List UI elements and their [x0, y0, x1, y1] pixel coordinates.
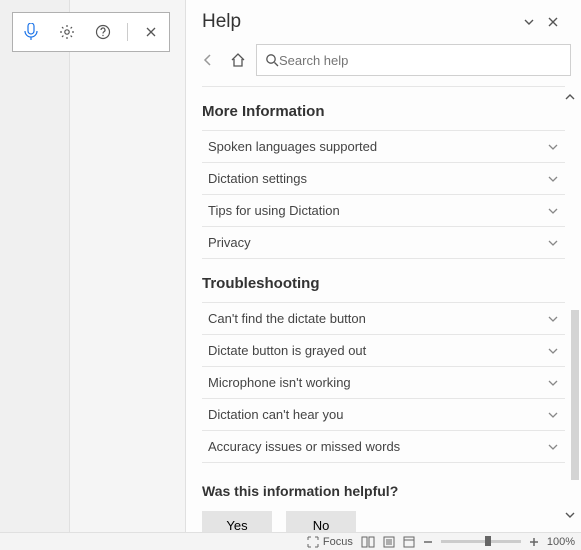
back-icon[interactable] [196, 48, 220, 72]
search-input[interactable] [279, 53, 562, 68]
help-title: Help [202, 11, 517, 33]
helpful-block: Was this information helpful? Yes No [202, 483, 565, 532]
chevron-down-icon [547, 377, 559, 389]
chevron-down-icon[interactable] [517, 10, 541, 34]
chevron-down-icon [547, 237, 559, 249]
chevron-down-icon [547, 345, 559, 357]
zoom-slider[interactable] [441, 540, 521, 543]
mic-icon[interactable] [18, 19, 44, 45]
zoom-level[interactable]: 100% [547, 536, 575, 548]
dictation-toolbar [12, 12, 170, 52]
acc-item-cant-find[interactable]: Can't find the dictate button [202, 303, 565, 335]
collapse-down-icon[interactable] [563, 508, 577, 522]
help-pane: Help More Information Spoken languages [185, 0, 581, 532]
acc-item-mic-not-working[interactable]: Microphone isn't working [202, 367, 565, 399]
zoom-thumb[interactable] [485, 536, 491, 546]
no-button[interactable]: No [286, 511, 356, 532]
acc-item-privacy[interactable]: Privacy [202, 227, 565, 259]
divider [202, 86, 565, 87]
gear-icon[interactable] [54, 19, 80, 45]
section-title-troubleshooting: Troubleshooting [202, 275, 565, 292]
print-layout-icon[interactable] [383, 536, 395, 548]
acc-label: Tips for using Dictation [208, 203, 547, 218]
help-header: Help [186, 0, 581, 40]
acc-label: Can't find the dictate button [208, 311, 547, 326]
acc-item-tips[interactable]: Tips for using Dictation [202, 195, 565, 227]
home-icon[interactable] [226, 48, 250, 72]
close-icon[interactable] [138, 19, 164, 45]
yes-button[interactable]: Yes [202, 511, 272, 532]
doc-background [0, 0, 70, 550]
chevron-down-icon [547, 441, 559, 453]
collapse-up-icon[interactable] [563, 90, 577, 104]
acc-item-grayed-out[interactable]: Dictate button is grayed out [202, 335, 565, 367]
acc-item-languages[interactable]: Spoken languages supported [202, 131, 565, 163]
separator [127, 23, 128, 41]
help-nav [186, 40, 581, 80]
web-layout-icon[interactable] [403, 536, 415, 548]
search-box[interactable] [256, 44, 571, 76]
zoom-in-icon[interactable] [529, 537, 539, 547]
close-pane-icon[interactable] [541, 10, 565, 34]
chevron-down-icon [547, 205, 559, 217]
zoom-out-icon[interactable] [423, 537, 433, 547]
acc-item-cant-hear[interactable]: Dictation can't hear you [202, 399, 565, 431]
chevron-down-icon [547, 141, 559, 153]
status-bar: Focus 100% [0, 532, 581, 550]
read-mode-icon[interactable] [361, 536, 375, 548]
help-icon[interactable] [90, 19, 116, 45]
helpful-question: Was this information helpful? [202, 483, 565, 499]
search-icon [265, 53, 279, 67]
acc-label: Privacy [208, 235, 547, 250]
scrollbar-thumb[interactable] [571, 310, 579, 480]
acc-label: Microphone isn't working [208, 375, 547, 390]
acc-label: Dictation can't hear you [208, 407, 547, 422]
help-body: More Information Spoken languages suppor… [186, 80, 581, 532]
chevron-down-icon [547, 313, 559, 325]
focus-mode-button[interactable]: Focus [307, 536, 353, 548]
acc-label: Accuracy issues or missed words [208, 439, 547, 454]
chevron-down-icon [547, 173, 559, 185]
chevron-down-icon [547, 409, 559, 421]
accordion-troubleshooting: Can't find the dictate button Dictate bu… [202, 302, 565, 463]
accordion-more-info: Spoken languages supported Dictation set… [202, 130, 565, 259]
acc-item-accuracy[interactable]: Accuracy issues or missed words [202, 431, 565, 463]
acc-label: Spoken languages supported [208, 139, 547, 154]
focus-label: Focus [323, 536, 353, 548]
acc-item-settings[interactable]: Dictation settings [202, 163, 565, 195]
section-title-more-info: More Information [202, 103, 565, 120]
acc-label: Dictation settings [208, 171, 547, 186]
acc-label: Dictate button is grayed out [208, 343, 547, 358]
